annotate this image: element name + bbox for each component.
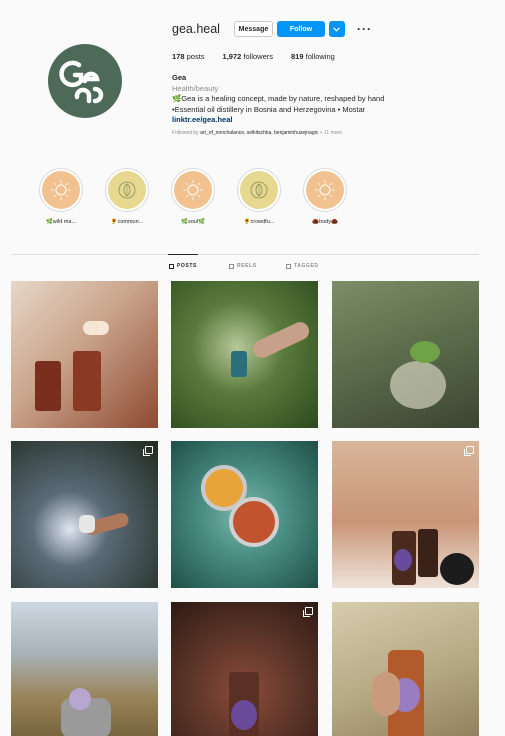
posts-count: 178 posts [172, 52, 205, 61]
followers-count[interactable]: 1,972 followers [223, 52, 273, 61]
chevron-down-icon [333, 26, 341, 32]
reels-icon [229, 263, 234, 269]
sun-icon [183, 180, 203, 200]
follow-button[interactable]: Follow [276, 21, 325, 37]
following-count[interactable]: 819 following [291, 52, 335, 61]
highlight-label: 🌻commun... [110, 219, 144, 225]
highlight-label: 🌿wild ma... [45, 219, 77, 225]
sun-icon [315, 180, 335, 200]
profile-username: gea.heal [172, 22, 220, 36]
grid-icon [169, 263, 174, 269]
profile-stats: 178 posts 1,972 followers 819 following [172, 52, 353, 61]
profile-header-row: gea.heal Message Follow ··· [172, 20, 372, 38]
highlight-label: 🌿soul🌿 [181, 219, 205, 225]
message-button[interactable]: Message [233, 21, 273, 37]
bio-line-2: •Essential oil distillery in Bosnia and … [172, 104, 366, 114]
post-thumbnail[interactable] [171, 281, 318, 428]
post-thumbnail[interactable] [332, 281, 479, 428]
posts-grid [11, 281, 479, 736]
sun-icon [51, 180, 71, 200]
carousel-icon [303, 607, 313, 617]
leaf-icon [118, 181, 136, 199]
post-thumbnail[interactable] [11, 441, 158, 588]
highlight-item[interactable]: 🌿soul🌿 [160, 168, 226, 225]
followed-by[interactable]: Followed by art_of_nonchalance, selkitsc… [172, 130, 492, 137]
profile-page: gea.heal Message Follow ··· 178 posts 1,… [0, 0, 505, 736]
post-thumbnail[interactable] [11, 281, 158, 428]
more-options-icon[interactable]: ··· [357, 22, 372, 36]
post-thumbnail[interactable] [171, 441, 318, 588]
story-highlights: 🌿wild ma... 🌻commun... 🌿soul🌿 🌻crowdfu..… [28, 168, 358, 225]
tab-posts[interactable]: POSTS [169, 263, 197, 269]
highlight-item[interactable]: 🌻crowdfu... [226, 168, 292, 225]
tab-tagged[interactable]: TAGGED [286, 263, 319, 269]
tabs-divider [11, 254, 479, 255]
post-thumbnail[interactable] [332, 602, 479, 736]
gea-logo-icon [59, 60, 104, 104]
profile-full-name: Gea [172, 73, 187, 82]
highlight-item[interactable]: 🌿wild ma... [28, 168, 94, 225]
highlight-item[interactable]: 🌻commun... [94, 168, 160, 225]
highlight-label: 🌻crowdfu... [243, 219, 275, 225]
carousel-icon [464, 446, 474, 456]
tagged-icon [286, 263, 291, 269]
active-tab-indicator [168, 254, 198, 255]
leaf-icon [250, 181, 268, 199]
suggested-accounts-button[interactable] [328, 21, 345, 37]
profile-category: Health/beauty [172, 83, 219, 93]
profile-avatar[interactable] [48, 44, 122, 118]
post-thumbnail[interactable] [11, 602, 158, 736]
post-thumbnail[interactable] [332, 441, 479, 588]
carousel-icon [143, 446, 153, 456]
highlight-item[interactable]: 🌰body🌰 [292, 168, 358, 225]
tab-reels[interactable]: REELS [229, 263, 257, 269]
post-thumbnail[interactable] [171, 602, 318, 736]
highlight-label: 🌰body🌰 [312, 219, 338, 225]
bio-link[interactable]: linktr.ee/gea.heal [172, 115, 492, 126]
profile-bio: Gea Health/beauty 🌿Gea is a healing conc… [172, 73, 492, 137]
bio-line-1: 🌿Gea is a healing concept, made by natur… [172, 94, 385, 103]
